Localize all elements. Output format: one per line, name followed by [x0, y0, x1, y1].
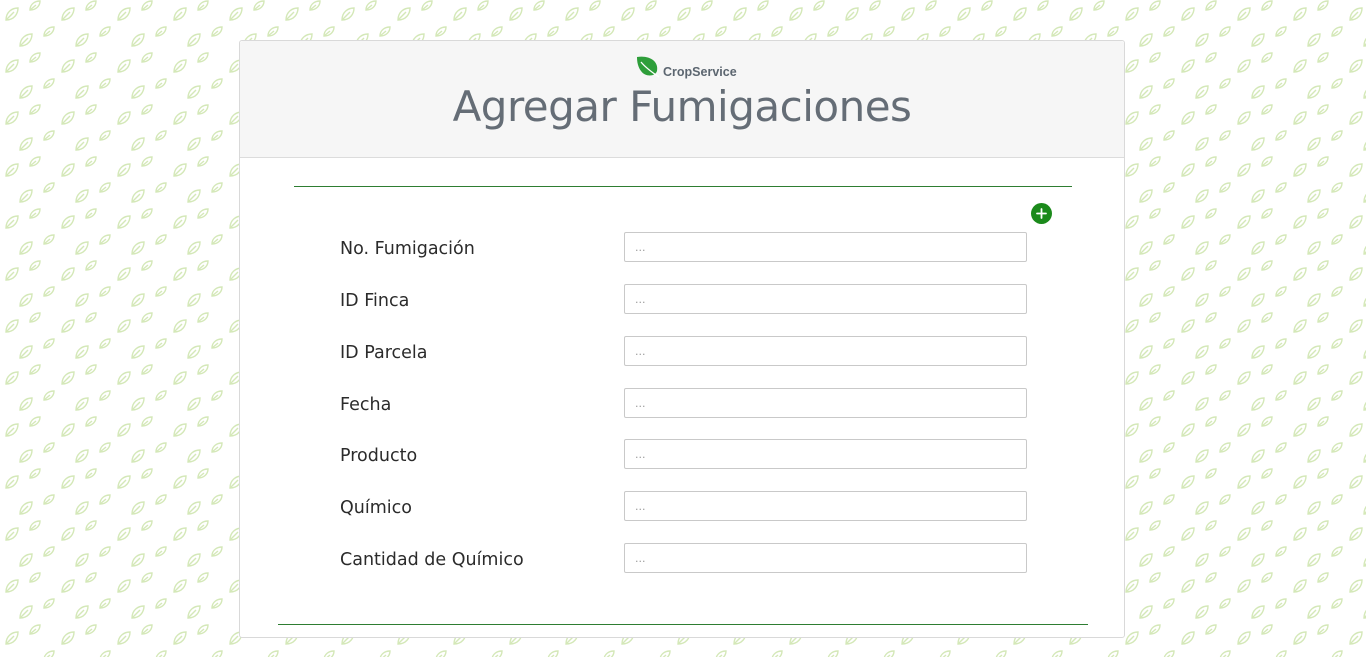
leaf-icon — [637, 56, 660, 78]
fecha-input[interactable] — [624, 388, 1027, 418]
card-header: CropService Agregar Fumigaciones — [240, 41, 1124, 158]
add-button[interactable] — [1031, 203, 1052, 224]
no-fumigacion-input[interactable] — [624, 232, 1027, 262]
form-row-no-fumigacion: No. Fumigación — [340, 232, 1030, 264]
brand-name: CropService — [663, 65, 737, 79]
form-card: CropService Agregar Fumigaciones No. Fum… — [239, 40, 1125, 638]
form-row-cantidad-quimico: Cantidad de Químico — [340, 543, 1030, 575]
id-finca-label: ID Finca — [340, 291, 410, 311]
form-row-quimico: Químico — [340, 491, 1030, 523]
cantidad-quimico-label: Cantidad de Químico — [340, 550, 524, 570]
cantidad-quimico-input[interactable] — [624, 543, 1027, 573]
form-row-fecha: Fecha — [340, 388, 1030, 420]
form-row-id-parcela: ID Parcela — [340, 336, 1030, 368]
producto-input[interactable] — [624, 439, 1027, 469]
id-parcela-input[interactable] — [624, 336, 1027, 366]
quimico-input[interactable] — [624, 491, 1027, 521]
no-fumigacion-label: No. Fumigación — [340, 239, 475, 259]
top-divider — [294, 186, 1072, 187]
producto-label: Producto — [340, 446, 418, 466]
bottom-divider — [278, 624, 1088, 625]
id-finca-input[interactable] — [624, 284, 1027, 314]
fecha-label: Fecha — [340, 395, 392, 415]
quimico-label: Químico — [340, 498, 412, 518]
form-row-id-finca: ID Finca — [340, 284, 1030, 316]
form-row-producto: Producto — [340, 439, 1030, 471]
brand-logo: CropService — [635, 53, 737, 79]
plus-icon — [1036, 208, 1047, 219]
id-parcela-label: ID Parcela — [340, 343, 428, 363]
page-title: Agregar Fumigaciones — [452, 82, 912, 131]
